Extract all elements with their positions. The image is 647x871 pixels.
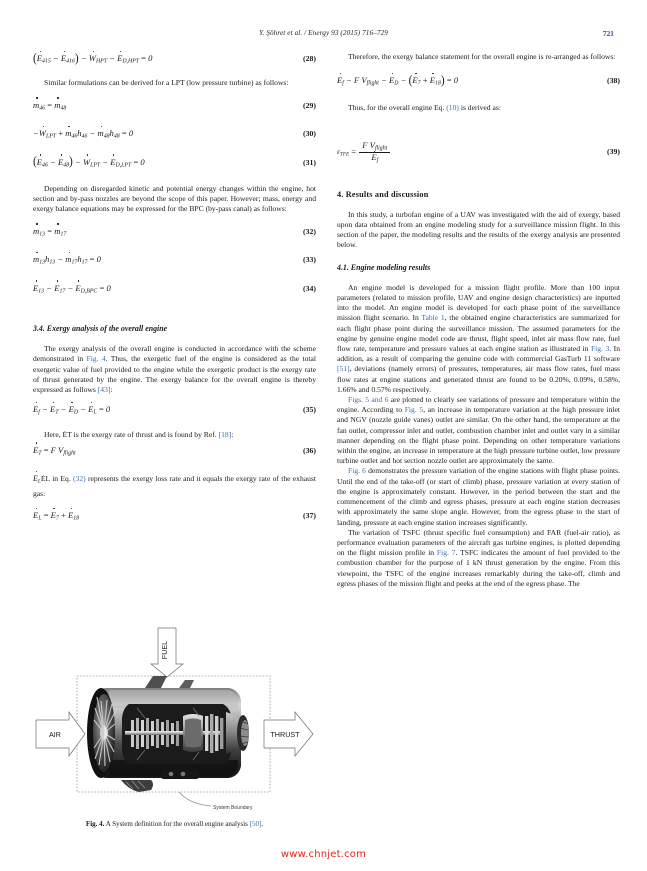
- equation-34: E13 − E17 − ED,BPC = 0 (34): [33, 280, 316, 298]
- equation-32-body: m13 = m17: [33, 223, 67, 238]
- equation-33: m13h13 − m17h17 = 0 (33): [33, 251, 316, 269]
- xref-figs-5-6[interactable]: Figs. 5 and 6: [348, 395, 388, 404]
- paper-page: Y. Şöhret et al. / Energy 93 (2015) 716–…: [0, 0, 647, 871]
- equation-35-number: (35): [303, 405, 316, 415]
- xref-ref-51[interactable]: [51]: [337, 364, 350, 373]
- right-p2-part-a: Thus, for the overall engine Eq.: [348, 102, 447, 112]
- xref-fig-5[interactable]: Fig. 5: [405, 405, 424, 414]
- system-boundary-leader: [178, 791, 212, 807]
- page-number: 721: [602, 29, 614, 38]
- right-paragraph-7: The variation of TSFC (thrust specific f…: [337, 528, 620, 589]
- equation-33-body: m13h13 − m17h17 = 0: [33, 251, 101, 266]
- left-p4-part-a: Here, ĖT is the exergy rate of thrust an…: [44, 429, 219, 439]
- left-p4-part-b: :: [231, 429, 234, 439]
- equation-31-number: (31): [303, 157, 316, 167]
- equation-38-body: Ef − F Vflight − ED − (E7 + E18) = 0: [337, 72, 459, 88]
- equation-31-body: (E46 − E48) − WLPT − ED,LPT = 0: [33, 154, 145, 169]
- under-cowl-pods: [161, 770, 199, 779]
- right-p4-part-d: , deviations (namely errors) of pressure…: [337, 364, 620, 394]
- right-paragraph-5: Figs. 5 and 6 are plotted to clearly see…: [337, 395, 620, 466]
- equation-29-number: (29): [303, 100, 316, 110]
- equation-35: Ef − ET − ED − EL = 0 (35): [33, 401, 316, 419]
- equation-32: m13 = m17 (32): [33, 223, 316, 241]
- equation-38: Ef − F Vflight − ED − (E7 + E18) = 0 (38…: [337, 72, 620, 90]
- turbofan-engine-illustration: [87, 676, 249, 792]
- air-arrow-label: AIR: [49, 730, 61, 739]
- xref-eq-10[interactable]: (10): [446, 103, 459, 112]
- figure-4-graphic: FUEL AIR THRUST System Boundary: [35, 627, 314, 811]
- figure-4-caption-text: A System definition for the overall engi…: [104, 820, 250, 828]
- top-duct: [145, 676, 167, 688]
- equation-29: m46 = m48 (29): [33, 97, 316, 115]
- equation-28: (E415 − E416) − WHPT − ED,HPT = 0 (28): [33, 50, 316, 68]
- equation-28-body: (E415 − E416) − WHPT − ED,HPT = 0: [33, 50, 153, 66]
- equation-34-number: (34): [303, 283, 316, 293]
- equation-29-body: m46 = m48: [33, 97, 67, 112]
- left-paragraph-2: Depending on disregarded kinetic and pot…: [33, 184, 316, 214]
- right-p6-part-a: demonstrates the pressure variation of t…: [337, 466, 620, 527]
- accessory-gearbox: [121, 780, 153, 792]
- left-column: (E415 − E416) − WHPT − ED,HPT = 0 (28) S…: [33, 50, 316, 525]
- xref-ref-43[interactable]: [43]: [98, 385, 111, 394]
- equation-33-number: (33): [303, 255, 316, 265]
- running-head: Y. Şöhret et al. / Energy 93 (2015) 716–…: [33, 29, 614, 41]
- left-p3-part-c: :: [110, 385, 113, 394]
- right-paragraph-2: Thus, for the overall engine Eq. (10) is…: [337, 103, 620, 113]
- watermark: www.chnjet.com: [280, 849, 367, 860]
- xref-table-1[interactable]: Table 1: [421, 313, 444, 322]
- figure-4: FUEL AIR THRUST System Boundary Fig. 4. …: [33, 604, 316, 849]
- equation-30-body: −WLPT + m46h46 − m48h48 = 0: [33, 125, 134, 140]
- figure-4-caption: Fig. 4. A System definition for the over…: [33, 820, 316, 829]
- equation-32-number: (32): [303, 226, 316, 236]
- xref-fig-3[interactable]: Fig. 3: [591, 344, 609, 353]
- equation-30: −WLPT + m46h46 − m48h48 = 0 (30): [33, 125, 316, 143]
- right-paragraph-1: Therefore, the exergy balance statement …: [348, 52, 616, 61]
- right-paragraph-6: Fig. 6 demonstrates the pressure variati…: [337, 466, 620, 527]
- left-paragraph-3: The exergy analysis of the overall engin…: [33, 344, 316, 395]
- equation-39-number: (39): [607, 146, 620, 156]
- equation-31: (E46 − E48) − WLPT − ED,LPT = 0 (31): [33, 154, 316, 172]
- equation-36: ET = F Vflight (36): [33, 442, 316, 460]
- equation-36-number: (36): [303, 445, 316, 455]
- equation-37-number: (37): [303, 510, 316, 520]
- xref-ref-18[interactable]: [18]: [219, 430, 232, 439]
- equation-39-body: εTFE = F Vflight Ef: [337, 140, 391, 164]
- figure-4-caption-suffix: .: [261, 820, 264, 828]
- right-paragraph-4: An engine model is developed for a missi…: [337, 283, 620, 395]
- xref-fig-4[interactable]: Fig. 4: [86, 354, 105, 363]
- left-paragraph-5: ELĖL in Eq. (32) represents the exergy l…: [33, 471, 316, 499]
- left-paragraph-1: Similar formulations can be derived for …: [44, 78, 289, 88]
- xref-fig-6[interactable]: Fig. 6: [348, 466, 366, 475]
- left-p5-symbol: EL: [33, 471, 41, 485]
- section-heading-4: 4. Results and discussion: [337, 189, 429, 199]
- right-p2-part-b: is derived as:: [458, 102, 501, 112]
- right-p5-part-b: , an increase in temperature variation a…: [337, 405, 621, 466]
- equation-28-number: (28): [303, 54, 316, 63]
- thrust-arrow-label: THRUST: [270, 730, 300, 739]
- subsection-heading-3-4: 3.4. Exergy analysis of the overall engi…: [33, 323, 168, 333]
- fuel-arrow-label: FUEL: [160, 641, 169, 659]
- left-paragraph-4: Here, ĖT is the exergy rate of thrust an…: [33, 430, 316, 440]
- xref-eq-32[interactable]: (32): [73, 474, 86, 483]
- equation-38-number: (38): [607, 76, 620, 86]
- equation-35-body: Ef − ET − ED − EL = 0: [33, 401, 111, 416]
- equation-30-number: (30): [303, 129, 316, 139]
- xref-fig-7[interactable]: Fig. 7: [437, 548, 456, 557]
- figure-4-caption-prefix: Fig. 4.: [85, 820, 105, 828]
- system-boundary-label: System Boundary: [213, 805, 253, 811]
- right-paragraph-3: In this study, a turbofan engine of a UA…: [337, 209, 620, 250]
- running-head-citation: Y. Şöhret et al. / Energy 93 (2015) 716–…: [259, 29, 388, 37]
- equation-39: εTFE = F Vflight Ef (39): [337, 140, 620, 164]
- subsection-heading-4-1: 4.1. Engine modeling results: [337, 262, 431, 272]
- equation-37-body: EL = E7 + E18: [33, 507, 80, 522]
- left-p5-part-a: ĖL in Eq.: [40, 474, 74, 484]
- equation-37: EL = E7 + E18 (37): [33, 507, 316, 525]
- equation-36-body: ET = F Vflight: [33, 442, 76, 457]
- right-column: Therefore, the exergy balance statement …: [337, 52, 620, 589]
- xref-ref-50[interactable]: [50]: [250, 820, 262, 828]
- equation-34-body: E13 − E17 − ED,BPC = 0: [33, 280, 111, 294]
